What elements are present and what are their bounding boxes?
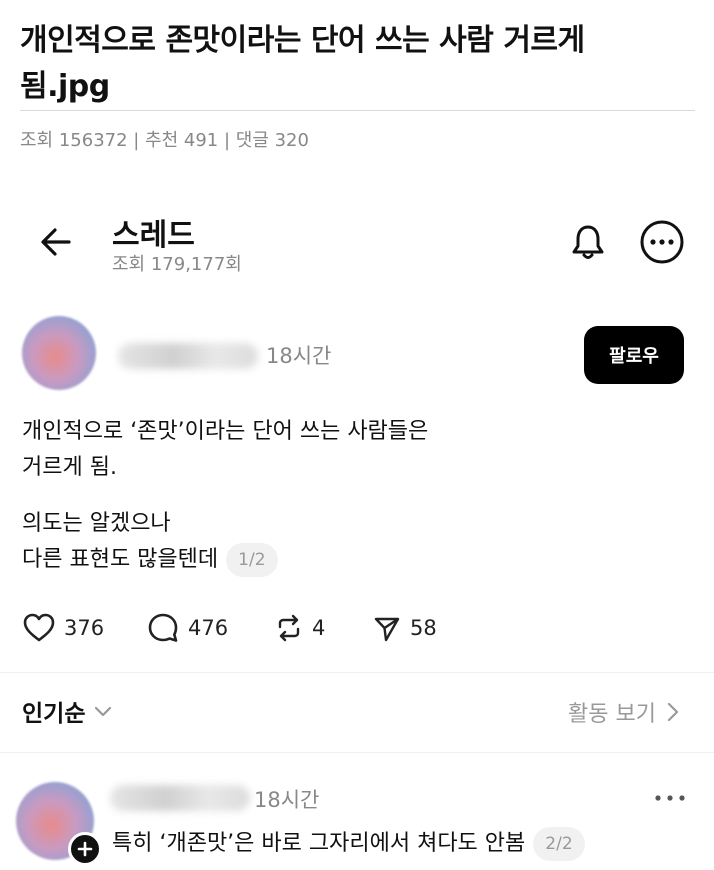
send-icon (374, 617, 400, 642)
back-button[interactable] (36, 222, 76, 262)
reply-more-button[interactable] (650, 786, 690, 810)
more-horizontal-icon (655, 795, 685, 801)
post-timestamp: 18시간 (266, 344, 332, 368)
more-horizontal-circle-icon (640, 220, 684, 264)
section-divider (0, 672, 714, 673)
post-text-line-with-badge: 다른 표현도 많을텐데 1/2 (22, 542, 278, 578)
share-button[interactable]: 58 (372, 608, 437, 648)
view-activity-label: 활동 보기 (568, 702, 656, 727)
reply-count: 476 (188, 616, 229, 640)
post-title: 개인적으로 존맛이라는 단어 쓰는 사람 거르게 됨.jpg (20, 23, 585, 104)
notification-button[interactable] (566, 220, 610, 264)
reply-text: 특히 ‘개존맛’은 바로 그자리에서 쳐다도 안봄 (112, 831, 526, 856)
post-meta: 조회 156372 | 추천 491 | 댓글 320 (20, 130, 309, 151)
post-text-line: 의도는 알겠으나 (22, 511, 171, 536)
section-divider (0, 752, 714, 753)
follow-plus-button[interactable] (68, 832, 102, 866)
arrow-left-icon (41, 228, 71, 256)
author-username-blurred[interactable] (118, 343, 258, 369)
chevron-down-icon (95, 706, 112, 717)
author-avatar[interactable] (22, 316, 96, 390)
post-body-paragraph: 개인적으로 ‘존맛’이라는 단어 쓰는 사람들은 거르게 됨. (22, 414, 428, 486)
like-count: 376 (64, 616, 105, 640)
reply-username-blurred[interactable] (110, 785, 250, 811)
reply-timestamp: 18시간 (254, 788, 320, 812)
title-divider (20, 110, 695, 111)
share-count: 58 (410, 616, 437, 640)
thread-more-button[interactable] (638, 218, 686, 266)
reply-button[interactable]: 476 (146, 608, 228, 648)
post-text-line: 개인적으로 ‘존맛’이라는 단어 쓰는 사람들은 (22, 419, 429, 444)
heart-icon (23, 613, 55, 642)
sort-label: 인기순 (22, 701, 86, 727)
post-action-bar: 376 476 4 58 (22, 608, 702, 648)
follow-button[interactable]: 팔로우 (584, 326, 684, 384)
post-text-line: 거르게 됨. (22, 455, 117, 480)
repost-icon (278, 614, 300, 642)
sort-dropdown[interactable]: 인기순 (22, 694, 113, 728)
thread-header: 스레드 조회 179,177회 (0, 200, 714, 290)
view-activity-link[interactable]: 활동 보기 (568, 696, 680, 728)
plus-icon (77, 841, 93, 857)
reply-text-line: 특히 ‘개존맛’은 바로 그자리에서 쳐다도 안봄 2/2 (112, 826, 585, 862)
comment-icon (148, 613, 178, 642)
repost-count: 4 (312, 616, 326, 640)
repost-button[interactable]: 4 (274, 608, 325, 648)
thread-title: 스레드 (112, 218, 195, 253)
page-indicator-badge: 1/2 (226, 543, 278, 577)
post-body-paragraph: 의도는 알겠으나 다른 표현도 많을텐데 1/2 (22, 506, 278, 578)
page-indicator-badge: 2/2 (533, 827, 585, 861)
post-text-line: 다른 표현도 많을텐데 (22, 547, 219, 572)
chevron-right-icon (667, 702, 679, 722)
bell-icon (572, 225, 604, 259)
thread-view-count: 조회 179,177회 (112, 254, 242, 275)
like-button[interactable]: 376 (22, 608, 104, 648)
